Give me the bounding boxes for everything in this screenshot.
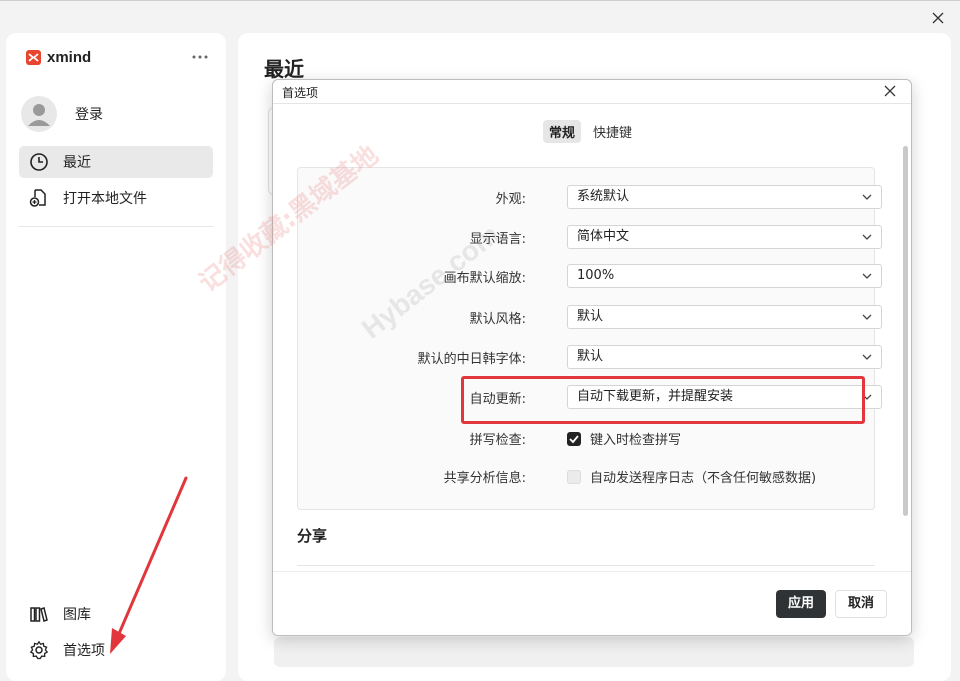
window-top-border bbox=[0, 0, 960, 1]
dialog-tabs: 常规 快捷键 bbox=[543, 120, 638, 143]
nav-item-label: 图库 bbox=[63, 607, 91, 623]
zoom-label: 画布默认缩放: bbox=[443, 271, 526, 286]
zoom-value: 100% bbox=[577, 268, 615, 283]
general-settings-section: 外观: 系统默认 显示语言: 简体中文 画布默认缩放: 100% 默认风格: 默… bbox=[297, 167, 882, 510]
share-section-divider bbox=[297, 565, 875, 566]
auto-update-highlight-box bbox=[461, 376, 865, 424]
nav-item-preferences[interactable]: 首选项 bbox=[19, 634, 213, 666]
appearance-label: 外观: bbox=[495, 192, 526, 207]
analytics-text: 自动发送程序日志（不含任何敏感数据) bbox=[590, 471, 817, 486]
app-logo: xmind bbox=[26, 49, 91, 66]
main-bottom-strip bbox=[274, 637, 914, 667]
analytics-toggle[interactable]: 自动发送程序日志（不含任何敏感数据) bbox=[567, 467, 816, 486]
nav-item-library[interactable]: 图库 bbox=[19, 598, 213, 630]
language-value: 简体中文 bbox=[577, 229, 630, 244]
share-section-title: 分享 bbox=[297, 527, 328, 545]
more-options-icon[interactable] bbox=[189, 49, 211, 65]
zoom-select[interactable]: 100% bbox=[567, 264, 882, 288]
xmind-logo-icon bbox=[26, 50, 41, 65]
check-icon bbox=[569, 434, 579, 443]
cjk-font-label: 默认的中日韩字体: bbox=[417, 352, 526, 367]
file-add-icon bbox=[29, 189, 46, 207]
tab-general[interactable]: 常规 bbox=[543, 120, 582, 143]
gear-icon bbox=[29, 640, 49, 660]
language-select[interactable]: 简体中文 bbox=[567, 225, 882, 249]
spell-check-toggle[interactable]: 键入时检查拼写 bbox=[567, 429, 681, 448]
login-button[interactable]: 登录 bbox=[21, 96, 103, 132]
nav-item-open-local-file[interactable]: 打开本地文件 bbox=[19, 182, 213, 214]
spell-check-text: 键入时检查拼写 bbox=[590, 433, 682, 448]
sidebar-divider bbox=[19, 226, 213, 227]
nav-item-label: 打开本地文件 bbox=[63, 191, 147, 207]
language-label: 显示语言: bbox=[469, 232, 526, 247]
dialog-titlebar: 首选项 bbox=[273, 80, 911, 104]
style-select[interactable]: 默认 bbox=[567, 305, 882, 329]
scrollbar[interactable] bbox=[903, 146, 908, 516]
library-icon bbox=[30, 607, 48, 622]
sidebar: xmind 登录 最近 打开本地文件 图库 首选项 bbox=[6, 33, 226, 681]
chevron-down-icon bbox=[862, 354, 872, 360]
window-close-icon[interactable] bbox=[928, 8, 948, 28]
dialog-footer: 应用 取消 bbox=[273, 571, 911, 635]
avatar bbox=[21, 96, 57, 132]
style-value: 默认 bbox=[577, 309, 604, 324]
close-icon[interactable] bbox=[883, 84, 897, 98]
spell-check-label: 拼写检查: bbox=[469, 433, 526, 448]
user-icon bbox=[28, 104, 50, 126]
cancel-button[interactable]: 取消 bbox=[835, 590, 887, 618]
chevron-down-icon bbox=[862, 273, 872, 279]
nav-item-label: 最近 bbox=[63, 155, 91, 171]
chevron-down-icon bbox=[862, 194, 872, 200]
cjk-font-value: 默认 bbox=[577, 349, 604, 364]
style-label: 默认风格: bbox=[469, 312, 526, 327]
page-title: 最近 bbox=[264, 57, 304, 81]
nav-item-recent[interactable]: 最近 bbox=[19, 146, 213, 178]
spell-check-checkbox[interactable] bbox=[567, 431, 581, 446]
login-label: 登录 bbox=[75, 107, 103, 123]
dialog-title: 首选项 bbox=[282, 86, 319, 100]
preferences-dialog: 首选项 常规 快捷键 外观: 系统默认 显示语言: 简体中文 画布默认缩放: 1… bbox=[272, 79, 912, 636]
apply-button[interactable]: 应用 bbox=[776, 590, 826, 618]
appearance-value: 系统默认 bbox=[577, 189, 630, 204]
analytics-label: 共享分析信息: bbox=[443, 471, 526, 486]
cjk-font-select[interactable]: 默认 bbox=[567, 345, 882, 369]
chevron-down-icon bbox=[862, 234, 872, 240]
analytics-checkbox[interactable] bbox=[567, 469, 581, 484]
nav-item-label: 首选项 bbox=[63, 643, 105, 659]
logo-text: xmind bbox=[47, 49, 92, 66]
chevron-down-icon bbox=[862, 314, 872, 320]
tab-shortcuts[interactable]: 快捷键 bbox=[587, 120, 638, 143]
appearance-select[interactable]: 系统默认 bbox=[567, 185, 882, 209]
clock-icon bbox=[30, 153, 48, 171]
